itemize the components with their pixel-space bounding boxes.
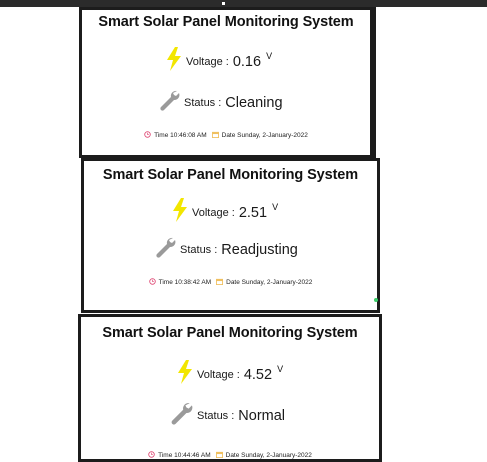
status-label: Status :: [197, 409, 235, 422]
timestamp-row: Time 10:46:08 AM Date Sunday, 2-January-…: [82, 131, 370, 140]
calendar-icon: [211, 131, 219, 140]
lightning-bolt-icon: [172, 198, 188, 227]
edge-marker: [374, 298, 378, 302]
date-text: Date Sunday, 2-January-2022: [221, 132, 308, 139]
voltage-label: Voltage :: [186, 55, 229, 68]
clock-icon: [148, 278, 156, 287]
timestamp-row: Time 10:38:42 AM Date Sunday, 2-January-…: [84, 278, 377, 287]
status-row: Status : Readjusting: [154, 236, 298, 263]
status-row: Status : Normal: [169, 401, 285, 430]
calendar-icon: [215, 451, 223, 460]
calendar-icon: [216, 278, 224, 287]
status-value: Normal: [238, 407, 286, 424]
lightning-bolt-icon: [177, 359, 193, 390]
status-label: Status :: [180, 243, 218, 256]
monitor-panel-1: Smart Solar Panel Monitoring System Volt…: [79, 7, 376, 158]
status-label: Status :: [184, 96, 222, 109]
top-bar-marker: [222, 2, 225, 5]
time-text: Time 10:46:08 AM: [154, 132, 207, 139]
voltage-label: Voltage :: [192, 206, 235, 219]
voltage-row: Voltage : 4.52 V: [177, 359, 283, 390]
panel-title: Smart Solar Panel Monitoring System: [102, 167, 359, 183]
time-text: Time 10:44:46 AM: [158, 452, 211, 459]
monitor-panel-3: Smart Solar Panel Monitoring System Volt…: [78, 314, 382, 462]
clock-icon: [144, 131, 151, 140]
date-text: Date Sunday, 2-January-2022: [226, 279, 313, 286]
time-text: Time 10:38:42 AM: [158, 279, 212, 286]
status-value: Readjusting: [221, 241, 298, 258]
voltage-row: Voltage : 2.51 V: [172, 198, 278, 227]
status-row: Status : Cleaning: [158, 89, 283, 116]
clock-icon: [148, 451, 155, 460]
timestamp-row: Time 10:44:46 AM Date Sunday, 2-January-…: [81, 451, 379, 460]
voltage-unit: V: [272, 201, 279, 212]
wrench-icon: [158, 89, 180, 116]
voltage-unit: V: [266, 50, 273, 61]
voltage-unit: V: [277, 363, 284, 374]
voltage-value: 0.16: [232, 53, 262, 70]
status-value: Cleaning: [225, 94, 283, 111]
voltage-row: Voltage : 0.16 V: [166, 47, 272, 76]
voltage-label: Voltage :: [197, 368, 240, 381]
panel-title: Smart Solar Panel Monitoring System: [102, 325, 358, 341]
voltage-value: 4.52: [243, 366, 273, 383]
wrench-icon: [169, 401, 193, 430]
lightning-bolt-icon: [166, 47, 182, 76]
wrench-icon: [154, 236, 176, 263]
monitor-panel-2: Smart Solar Panel Monitoring System Volt…: [81, 158, 380, 313]
top-window-bar: [0, 0, 487, 7]
panel-title: Smart Solar Panel Monitoring System: [98, 14, 354, 30]
date-text: Date Sunday, 2-January-2022: [225, 452, 312, 459]
voltage-value: 2.51: [238, 204, 268, 221]
